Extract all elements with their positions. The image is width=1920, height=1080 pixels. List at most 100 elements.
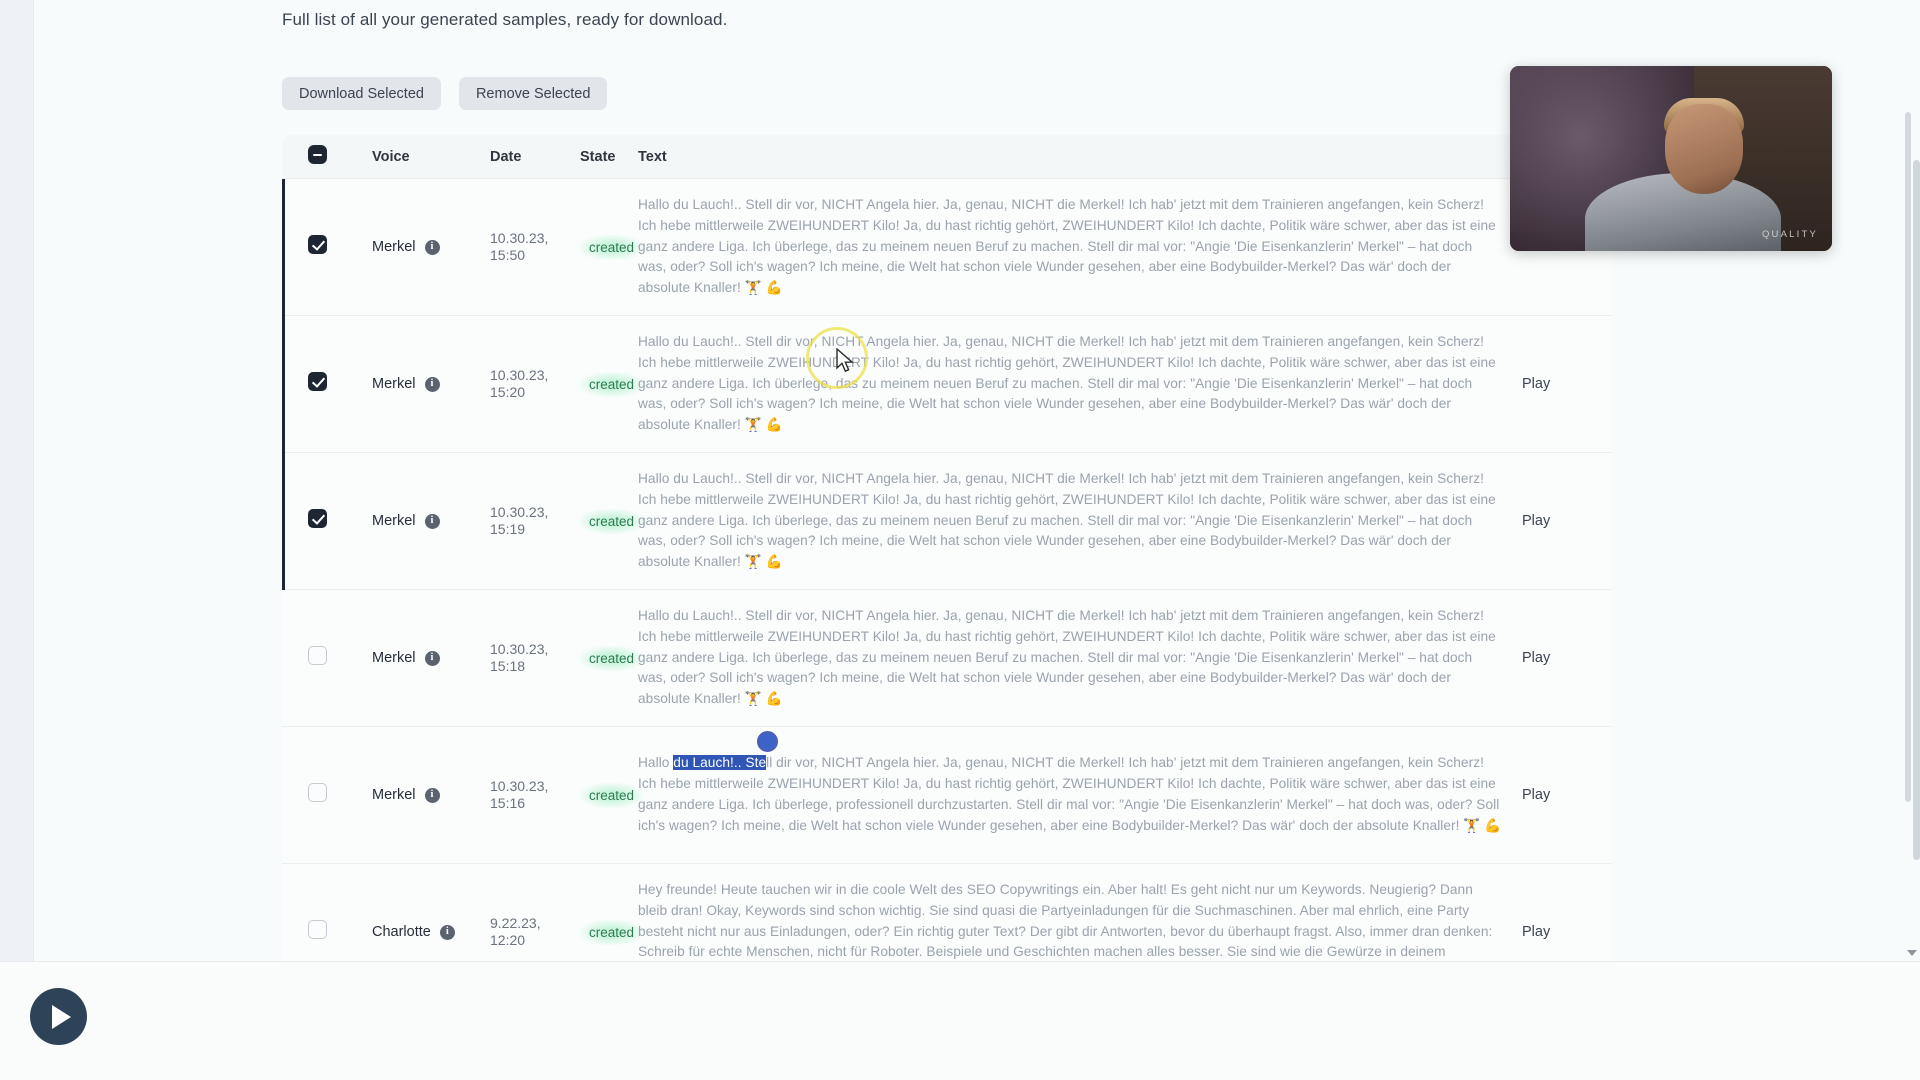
webcam-watermark: QUALITY [1761, 229, 1818, 240]
row-checkbox[interactable] [308, 920, 327, 939]
window-scrollbar[interactable] [1913, 160, 1920, 860]
row-checkbox[interactable] [308, 235, 327, 254]
voice-name: Merkel [372, 376, 416, 392]
app-root: Full list of all your generated samples,… [0, 0, 1920, 1080]
row-select-cell [282, 235, 372, 259]
left-rail [0, 0, 34, 1080]
state-cell: created [580, 782, 644, 808]
voice-cell-inner: Charlotte i [372, 924, 490, 940]
time-value: 15:50 [490, 247, 526, 263]
audio-player-bar: cloned/Merkel, 10.30.23, 15:50 10 10 [0, 961, 1920, 1080]
text-cell[interactable]: Hallo du Lauch!.. Stell dir vor, NICHT A… [638, 332, 1522, 437]
row-checkbox[interactable] [308, 372, 327, 391]
voice-cell-inner: Merkel i [372, 650, 490, 666]
selected-text: du Lauch!.. Ste [673, 755, 767, 771]
sample-text: Hallo du Lauch!.. Stell dir vor, NICHT A… [638, 333, 1496, 433]
play-button[interactable] [30, 988, 87, 1045]
date-value: 10.30.23, [490, 366, 549, 383]
info-icon[interactable]: i [424, 239, 440, 255]
row-checkbox[interactable] [308, 646, 327, 665]
table-body: Merkel i 10.30.23, 15:50 created Hallo du Lau… [282, 179, 1612, 1001]
play-sample-button[interactable]: Play [1522, 787, 1612, 803]
sample-text: Hallo du Lauch!.. Stell dir vor, NICHT A… [638, 607, 1496, 707]
row-checkbox[interactable] [308, 509, 327, 528]
row-select-cell [282, 646, 372, 670]
download-selected-button[interactable]: Download Selected [282, 77, 441, 110]
select-all-cell [282, 145, 372, 168]
info-icon[interactable]: i [439, 924, 455, 940]
samples-table: Voice Date State Text Merkel i 10.30.23, 15… [282, 135, 1612, 1001]
voice-name: Merkel [372, 239, 416, 255]
page-subtitle: Full list of all your generated samples,… [282, 10, 728, 29]
status-badge: created [580, 782, 644, 808]
voice-cell-inner: Merkel i [372, 787, 490, 803]
date-cell: 10.30.23, 15:20 [490, 367, 580, 401]
column-header-date[interactable]: Date [490, 149, 580, 165]
status-badge: created [580, 371, 644, 397]
voice-cell: Merkel i [372, 376, 490, 392]
state-cell: created [580, 508, 644, 534]
voice-cell: Charlotte i [372, 924, 490, 940]
sample-text: Hallo du Lauch!.. Stell dir vor, NICHT A… [638, 470, 1496, 570]
voice-cell: Merkel i [372, 513, 490, 529]
info-icon[interactable]: i [424, 376, 440, 392]
webcam-overlay[interactable]: QUALITY [1510, 66, 1832, 251]
voice-cell: Merkel i [372, 650, 490, 666]
table-row[interactable]: Merkel i 10.30.23, 15:20 created Hallo du Lau… [282, 316, 1612, 453]
text-cell[interactable]: Hallo du Lauch!.. Stell dir vor, NICHT A… [638, 195, 1522, 300]
column-header-voice[interactable]: Voice [372, 149, 490, 165]
select-all-checkbox[interactable] [308, 145, 327, 164]
voice-cell-inner: Merkel i [372, 239, 490, 255]
date-cell: 9.22.23, 12:20 [490, 915, 580, 949]
text-cell[interactable]: Hallo du Lauch!.. Stell dir vor, NICHT A… [638, 753, 1522, 837]
table-row[interactable]: Merkel i 10.30.23, 15:50 created Hallo du Lau… [282, 179, 1612, 316]
row-checkbox[interactable] [308, 783, 327, 802]
sample-text: Hallo du Lauch!.. Stell dir vor, NICHT A… [638, 196, 1496, 296]
state-cell: created [580, 371, 644, 397]
scroll-down-caret-icon[interactable] [1907, 950, 1917, 956]
text-cell[interactable]: Hallo du Lauch!.. Stell dir vor, NICHT A… [638, 469, 1522, 574]
content-scrollbar[interactable] [1905, 112, 1911, 802]
main-content: Full list of all your generated samples,… [282, 0, 1612, 1001]
play-sample-button[interactable]: Play [1522, 513, 1612, 529]
column-header-text[interactable]: Text [638, 149, 1522, 165]
date-value: 10.30.23, [490, 777, 549, 794]
play-sample-button[interactable]: Play [1522, 924, 1612, 940]
table-row[interactable]: Merkel i 10.30.23, 15:19 created Hallo du Lau… [282, 453, 1612, 590]
time-value: 15:18 [490, 658, 526, 674]
row-select-cell [282, 920, 372, 944]
date-cell: 10.30.23, 15:18 [490, 641, 580, 675]
table-header-row: Voice Date State Text [282, 135, 1612, 179]
status-badge: created [580, 919, 644, 945]
text-cell[interactable]: Hallo du Lauch!.. Stell dir vor, NICHT A… [638, 606, 1522, 711]
time-value: 15:20 [490, 384, 526, 400]
table-row[interactable]: Merkel i 10.30.23, 15:16 created Hallo du Lau… [282, 727, 1612, 864]
date-cell: 10.30.23, 15:19 [490, 504, 580, 538]
voice-name: Charlotte [372, 924, 431, 940]
date-value: 10.30.23, [490, 503, 549, 520]
text-before-selection: Hallo [638, 755, 674, 771]
date-cell: 10.30.23, 15:50 [490, 230, 580, 264]
voice-cell: Merkel i [372, 239, 490, 255]
voice-name: Merkel [372, 513, 416, 529]
time-value: 15:16 [490, 795, 526, 811]
voice-cell-inner: Merkel i [372, 513, 490, 529]
status-badge: created [580, 508, 644, 534]
time-value: 12:20 [490, 932, 526, 948]
info-icon[interactable]: i [424, 513, 440, 529]
play-sample-button[interactable]: Play [1522, 650, 1612, 666]
info-icon[interactable]: i [424, 787, 440, 803]
time-value: 15:19 [490, 521, 526, 537]
text-after-selection: ll dir vor, NICHT Angela hier. Ja, genau… [638, 755, 1502, 833]
state-cell: created [580, 645, 644, 671]
row-select-cell [282, 783, 372, 807]
play-sample-button[interactable]: Play [1522, 376, 1612, 392]
play-icon [51, 1004, 71, 1029]
voice-cell-inner: Merkel i [372, 376, 490, 392]
column-header-state[interactable]: State [580, 149, 638, 165]
info-icon[interactable]: i [424, 650, 440, 666]
remove-selected-button[interactable]: Remove Selected [458, 77, 608, 110]
row-select-cell [282, 372, 372, 396]
table-row[interactable]: Merkel i 10.30.23, 15:18 created Hallo du Lau… [282, 590, 1612, 727]
date-value: 10.30.23, [490, 229, 549, 246]
